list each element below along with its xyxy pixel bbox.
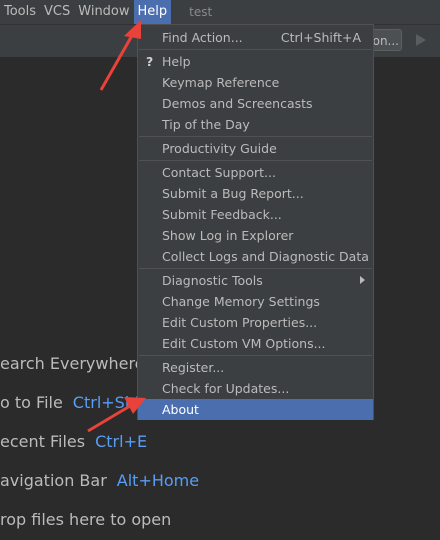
- welcome-label: ecent Files: [0, 432, 86, 451]
- menu-item-label: Edit Custom Properties...: [162, 315, 318, 330]
- welcome-shortcut: Ctrl+E: [95, 432, 148, 451]
- menu-item-label: Collect Logs and Diagnostic Data: [162, 249, 369, 264]
- menu-item-collect-logs[interactable]: Collect Logs and Diagnostic Data: [138, 246, 373, 267]
- help-dropdown-menu: Find Action... Ctrl+Shift+A ? Help Keyma…: [137, 24, 374, 420]
- help-question-icon: ?: [146, 54, 154, 69]
- menu-item-label: Tip of the Day: [162, 117, 250, 132]
- menu-bar: Tools VCS Window Help test: [0, 0, 440, 24]
- welcome-label: avigation Bar: [0, 471, 107, 490]
- menu-vcs[interactable]: VCS: [40, 0, 74, 24]
- project-title: test: [189, 5, 213, 19]
- menu-item-label: Find Action...: [162, 30, 243, 45]
- menu-item-label: Productivity Guide: [162, 141, 277, 156]
- welcome-search-everywhere: earch Everywhere: [0, 354, 145, 373]
- menu-item-keymap-reference[interactable]: Keymap Reference: [138, 72, 373, 93]
- welcome-navigation-bar: avigation Bar Alt+Home: [0, 471, 199, 490]
- menu-item-label: About: [162, 402, 199, 417]
- menu-item-label: Contact Support...: [162, 165, 276, 180]
- menu-item-label: Check for Updates...: [162, 381, 290, 396]
- welcome-label: o to File: [0, 393, 63, 412]
- menu-item-change-memory[interactable]: Change Memory Settings: [138, 291, 373, 312]
- menu-item-help[interactable]: ? Help: [138, 51, 373, 72]
- menu-item-label: Demos and Screencasts: [162, 96, 313, 111]
- menu-item-edit-vm-options[interactable]: Edit Custom VM Options...: [138, 333, 373, 354]
- menu-item-contact-support[interactable]: Contact Support...: [138, 162, 373, 183]
- menu-item-show-log[interactable]: Show Log in Explorer: [138, 225, 373, 246]
- menu-separator: [139, 268, 372, 269]
- menu-item-label: Show Log in Explorer: [162, 228, 294, 243]
- menu-tools[interactable]: Tools: [0, 0, 40, 24]
- welcome-label: rop files here to open: [0, 510, 172, 529]
- menu-item-label: Diagnostic Tools: [162, 273, 263, 288]
- menu-item-about[interactable]: About: [138, 399, 373, 420]
- menu-item-label: Submit a Bug Report...: [162, 186, 304, 201]
- menu-window[interactable]: Window: [74, 0, 133, 24]
- menu-separator: [139, 49, 372, 50]
- menu-item-label: Submit Feedback...: [162, 207, 282, 222]
- menu-separator: [139, 160, 372, 161]
- menu-item-label: Help: [162, 54, 191, 69]
- menu-item-diagnostic-tools[interactable]: Diagnostic Tools: [138, 270, 373, 291]
- welcome-recent-files: ecent Files Ctrl+E: [0, 432, 147, 451]
- menu-item-find-action[interactable]: Find Action... Ctrl+Shift+A: [138, 27, 373, 48]
- menu-item-label: Register...: [162, 360, 225, 375]
- submenu-arrow-icon: [360, 276, 365, 284]
- menu-item-register[interactable]: Register...: [138, 357, 373, 378]
- menu-item-shortcut: Ctrl+Shift+A: [280, 30, 361, 45]
- menu-item-label: Keymap Reference: [162, 75, 280, 90]
- welcome-label: earch Everywhere: [0, 354, 145, 373]
- menu-separator: [139, 355, 372, 356]
- welcome-drop-files: rop files here to open: [0, 510, 171, 529]
- menu-item-edit-properties[interactable]: Edit Custom Properties...: [138, 312, 373, 333]
- welcome-go-to-file: o to File Ctrl+Shift: [0, 393, 151, 412]
- welcome-shortcut: Alt+Home: [116, 471, 200, 490]
- menu-item-submit-bug[interactable]: Submit a Bug Report...: [138, 183, 373, 204]
- menu-item-tip-of-the-day[interactable]: Tip of the Day: [138, 114, 373, 135]
- menu-item-check-updates[interactable]: Check for Updates...: [138, 378, 373, 399]
- menu-item-label: Edit Custom VM Options...: [162, 336, 326, 351]
- menu-separator: [139, 136, 372, 137]
- menu-item-label: Change Memory Settings: [162, 294, 320, 309]
- menu-item-submit-feedback[interactable]: Submit Feedback...: [138, 204, 373, 225]
- menu-item-demos[interactable]: Demos and Screencasts: [138, 93, 373, 114]
- menu-help[interactable]: Help: [133, 0, 172, 24]
- menu-item-productivity-guide[interactable]: Productivity Guide: [138, 138, 373, 159]
- play-icon[interactable]: [416, 34, 426, 46]
